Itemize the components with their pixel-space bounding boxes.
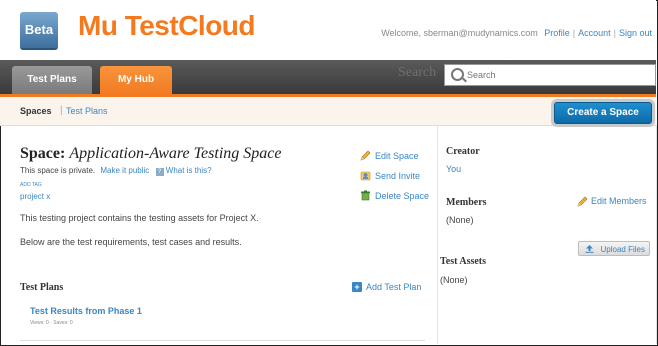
search-icon xyxy=(451,68,464,81)
space-description-2: Below are the test requirements, test ca… xyxy=(20,237,242,247)
breadcrumb-current[interactable]: Spaces xyxy=(20,106,52,116)
make-public-link[interactable]: Make it public xyxy=(100,166,149,175)
invite-icon xyxy=(360,171,371,181)
space-name: Application-Aware Testing Space xyxy=(69,145,282,162)
add-test-plan-button[interactable]: + Add Test Plan xyxy=(352,282,421,293)
tab-test-plans[interactable]: Test Plans xyxy=(12,66,92,94)
create-space-button[interactable]: Create a Space xyxy=(554,102,652,124)
delete-space-label: Delete Space xyxy=(375,191,430,201)
members-value: (None) xyxy=(446,215,474,225)
profile-link[interactable]: Profile xyxy=(544,28,570,38)
search-input[interactable] xyxy=(467,67,647,82)
space-description-1: This testing project contains the testin… xyxy=(20,213,259,223)
pencil-icon xyxy=(360,150,371,161)
send-invite-label: Send Invite xyxy=(375,171,421,181)
what-is-this-link[interactable]: What is this? xyxy=(166,166,212,175)
plus-icon: + xyxy=(352,282,362,292)
members-heading: Members xyxy=(446,197,487,208)
tag-project-x[interactable]: project x xyxy=(20,192,50,201)
beta-label: Beta xyxy=(24,22,54,37)
creator-link[interactable]: You xyxy=(446,164,461,174)
sign-out-link[interactable]: Sign out xyxy=(619,28,652,38)
privacy-note: This space is private. Make it public ? … xyxy=(20,166,212,176)
site-header: Beta Mu TestCloud Welcome, sberman@mudyn… xyxy=(0,0,656,60)
add-test-plan-label: Add Test Plan xyxy=(366,282,422,292)
test-assets-value: (None) xyxy=(440,275,468,285)
column-edge xyxy=(656,125,657,344)
search-field[interactable] xyxy=(444,64,656,86)
search-label: Search xyxy=(398,65,437,80)
test-plans-heading: Test Plans xyxy=(20,282,64,293)
edit-members-label: Edit Members xyxy=(591,196,647,206)
test-assets-heading: Test Assets xyxy=(440,256,487,267)
title-prefix: Space: xyxy=(20,145,66,162)
space-actions: Edit Space Send Invite Delete Space xyxy=(360,150,429,210)
divider xyxy=(20,340,425,341)
send-invite-button[interactable]: Send Invite xyxy=(360,170,429,182)
test-plan-meta: Views: 0 · Saves: 0 xyxy=(30,320,73,326)
help-icon[interactable]: ? xyxy=(155,168,164,176)
delete-space-button[interactable]: Delete Space xyxy=(360,190,429,202)
test-plan-link[interactable]: Test Results from Phase 1 xyxy=(30,306,142,316)
page-title: Space: Application-Aware Testing Space xyxy=(20,145,281,163)
creator-heading: Creator xyxy=(446,146,480,157)
tab-my-hub[interactable]: My Hub xyxy=(100,66,172,94)
link-separator: | xyxy=(613,28,616,38)
main-nav: Test Plans My Hub Search xyxy=(0,60,656,97)
upload-icon xyxy=(585,245,594,253)
upload-files-label: Upload Files xyxy=(600,245,645,254)
pencil-icon xyxy=(577,196,588,207)
add-tag-link[interactable]: ADD TAG xyxy=(20,182,42,188)
link-separator: | xyxy=(572,28,576,38)
welcome-text: Welcome, sberman@mudynamics.com xyxy=(381,28,538,38)
breadcrumb-test-plans-link[interactable]: Test Plans xyxy=(66,106,108,116)
edit-members-button[interactable]: Edit Members xyxy=(577,196,647,207)
edit-space-label: Edit Space xyxy=(375,151,419,161)
beta-badge: Beta xyxy=(20,12,58,48)
user-welcome: Welcome, sberman@mudynamics.com Profile |… xyxy=(381,28,652,38)
trash-icon xyxy=(361,190,370,201)
edit-space-button[interactable]: Edit Space xyxy=(360,150,429,162)
privacy-text: This space is private. xyxy=(20,166,96,175)
upload-files-button[interactable]: Upload Files xyxy=(578,241,650,256)
breadcrumb-separator: | xyxy=(60,105,63,116)
account-link[interactable]: Account xyxy=(578,28,611,38)
column-divider xyxy=(437,125,438,344)
logo[interactable]: Mu TestCloud xyxy=(78,10,256,42)
